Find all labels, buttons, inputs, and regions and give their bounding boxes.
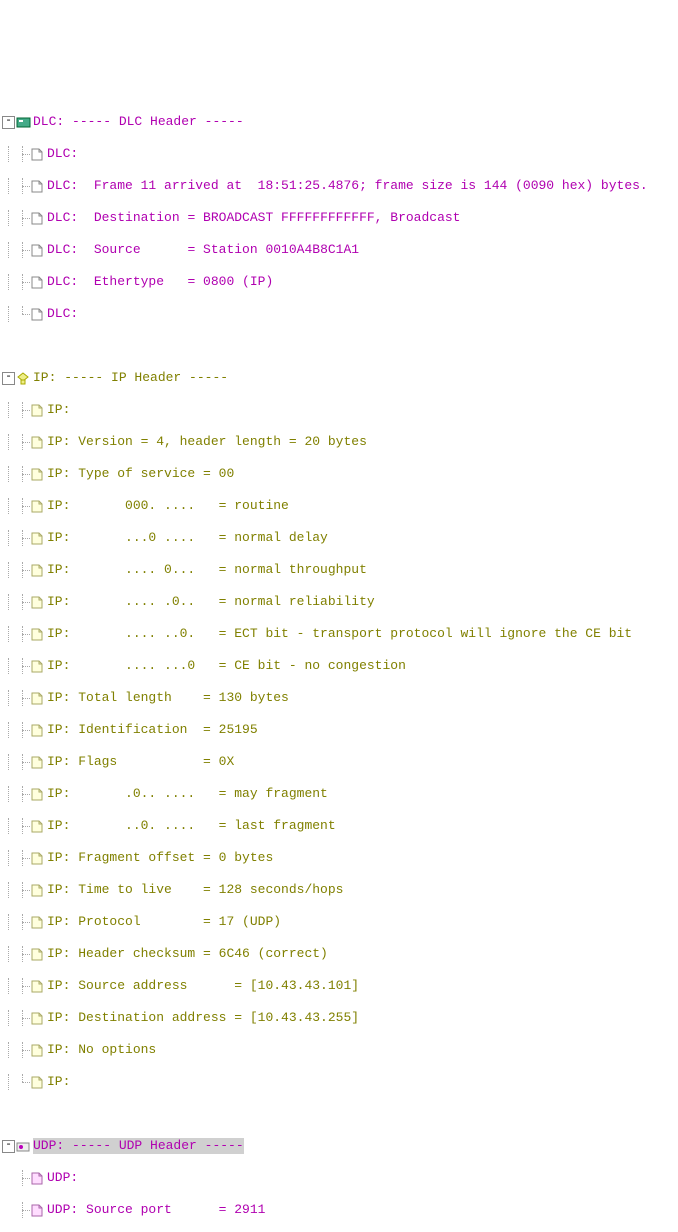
tree-row[interactable]: DLC: Destination = BROADCAST FFFFFFFFFFF… [2, 210, 678, 226]
tree-row[interactable]: IP: Protocol = 17 (UDP) [2, 914, 678, 930]
page-icon [30, 596, 45, 609]
udp-proto-icon [16, 1140, 31, 1153]
tree-row[interactable]: UDP: Source port = 2911 [2, 1202, 678, 1218]
page-icon [30, 276, 45, 289]
collapse-icon[interactable]: - [2, 116, 15, 129]
tree-row[interactable]: DLC: Ethertype = 0800 (IP) [2, 274, 678, 290]
tree-row[interactable]: IP: Total length = 130 bytes [2, 690, 678, 706]
tree-row[interactable]: IP: .... ..0. = ECT bit - transport prot… [2, 626, 678, 642]
tree-row[interactable]: IP: Type of service = 00 [2, 466, 678, 482]
udp-header-label: UDP: ----- UDP Header ----- [33, 1138, 244, 1154]
page-icon [30, 692, 45, 705]
tree-row[interactable]: IP: .... 0... = normal throughput [2, 562, 678, 578]
tree-row[interactable]: IP: Identification = 25195 [2, 722, 678, 738]
tree-row[interactable]: IP: Fragment offset = 0 bytes [2, 850, 678, 866]
page-icon [30, 404, 45, 417]
tree-row[interactable]: IP: .... ...0 = CE bit - no congestion [2, 658, 678, 674]
tree-row[interactable]: IP: 000. .... = routine [2, 498, 678, 514]
page-icon [30, 500, 45, 513]
page-icon [30, 532, 45, 545]
page-icon [30, 564, 45, 577]
page-icon [30, 1044, 45, 1057]
page-icon [30, 180, 45, 193]
page-icon [30, 820, 45, 833]
page-icon [30, 916, 45, 929]
page-icon [30, 788, 45, 801]
tree-row[interactable]: IP: .... .0.. = normal reliability [2, 594, 678, 610]
ip-proto-icon [16, 372, 31, 385]
tree-row[interactable]: IP: [2, 402, 678, 418]
page-icon [30, 212, 45, 225]
tree-row[interactable]: IP: Header checksum = 6C46 (correct) [2, 946, 678, 962]
tree-row[interactable]: DLC: [2, 306, 678, 322]
tree-row-ip-header[interactable]: - IP: ----- IP Header ----- [2, 370, 678, 386]
page-icon [30, 148, 45, 161]
page-icon [30, 1172, 45, 1185]
page-icon [30, 852, 45, 865]
tree-row[interactable]: IP: Source address = [10.43.43.101] [2, 978, 678, 994]
tree-row[interactable]: IP: Version = 4, header length = 20 byte… [2, 434, 678, 450]
page-icon [30, 308, 45, 321]
page-icon [30, 756, 45, 769]
page-icon [30, 436, 45, 449]
tree-row[interactable]: IP: Time to live = 128 seconds/hops [2, 882, 678, 898]
page-icon [30, 1076, 45, 1089]
tree-row-udp-header[interactable]: - UDP: ----- UDP Header ----- [2, 1138, 678, 1154]
collapse-icon[interactable]: - [2, 1140, 15, 1153]
page-icon [30, 948, 45, 961]
tree-row[interactable]: UDP: [2, 1170, 678, 1186]
tree-row-dlc-header[interactable]: - DLC: ----- DLC Header ----- [2, 114, 678, 130]
tree-row[interactable]: IP: Destination address = [10.43.43.255] [2, 1010, 678, 1026]
tree-row[interactable]: IP: ...0 .... = normal delay [2, 530, 678, 546]
page-icon [30, 244, 45, 257]
tree-row[interactable]: IP: No options [2, 1042, 678, 1058]
tree-row[interactable]: DLC: [2, 146, 678, 162]
page-icon [30, 1012, 45, 1025]
tree-row[interactable]: DLC: Source = Station 0010A4B8C1A1 [2, 242, 678, 258]
dlc-header-label: DLC: ----- DLC Header ----- [33, 114, 244, 130]
page-icon [30, 628, 45, 641]
tree-row[interactable]: IP: Flags = 0X [2, 754, 678, 770]
tree-row[interactable]: IP: ..0. .... = last fragment [2, 818, 678, 834]
ip-header-label: IP: ----- IP Header ----- [33, 370, 228, 386]
page-icon [30, 468, 45, 481]
dlc-proto-icon [16, 116, 31, 129]
page-icon [30, 980, 45, 993]
page-icon [30, 724, 45, 737]
page-icon [30, 660, 45, 673]
collapse-icon[interactable]: - [2, 372, 15, 385]
tree-row[interactable]: IP: [2, 1074, 678, 1090]
page-icon [30, 1204, 45, 1217]
page-icon [30, 884, 45, 897]
tree-row[interactable]: DLC: Frame 11 arrived at 18:51:25.4876; … [2, 178, 678, 194]
tree-row[interactable]: IP: .0.. .... = may fragment [2, 786, 678, 802]
